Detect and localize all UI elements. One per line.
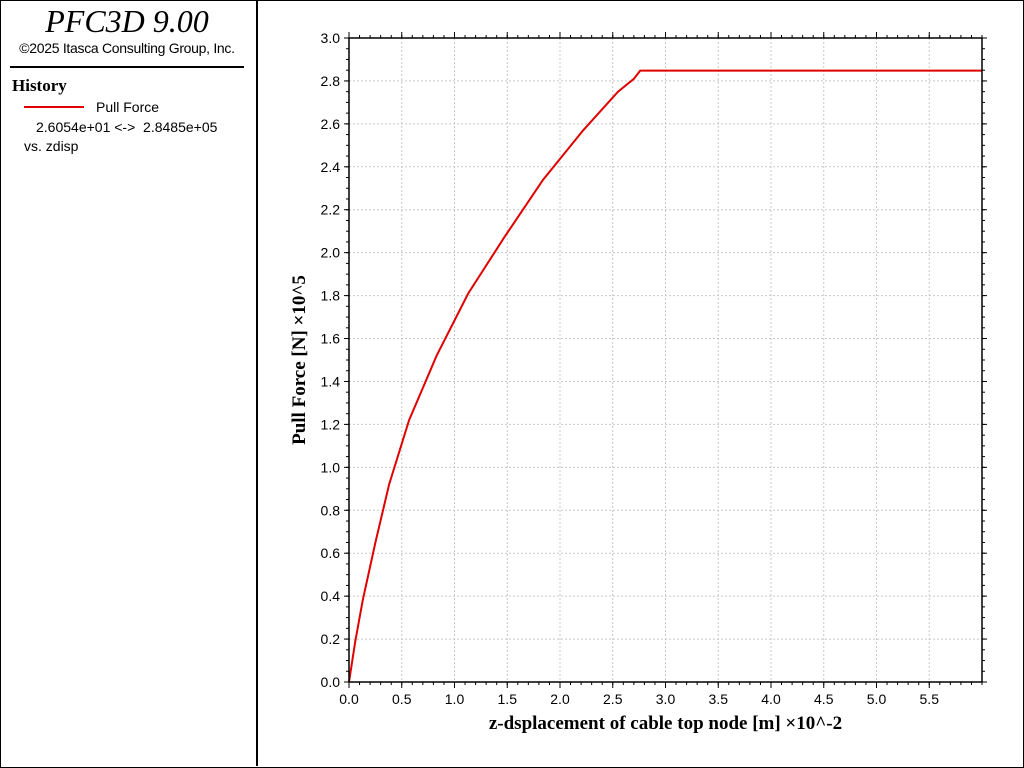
x-tick-label: 3.5	[709, 691, 729, 707]
x-tick-label: 5.0	[867, 691, 887, 707]
y-tick-label: 0.0	[321, 674, 341, 690]
x-tick-label: 0.5	[392, 691, 412, 707]
x-tick-label: 4.0	[761, 691, 781, 707]
y-tick-label: 1.6	[321, 331, 341, 347]
y-tick-label: 2.4	[321, 159, 341, 175]
y-tick-label: 2.0	[321, 245, 341, 261]
y-tick-label: 3.0	[321, 30, 341, 46]
y-tick-label: 1.8	[321, 288, 341, 304]
x-tick-label: 1.0	[445, 691, 465, 707]
y-tick-label: 1.4	[321, 373, 341, 389]
x-tick-label: 0.0	[339, 691, 359, 707]
y-tick-label: 0.4	[321, 588, 341, 604]
y-tick-label: 2.8	[321, 73, 341, 89]
y-tick-label: 1.0	[321, 459, 341, 475]
y-tick-label: 2.6	[321, 116, 341, 132]
y-tick-label: 2.2	[321, 202, 341, 218]
y-tick-label: 0.2	[321, 631, 341, 647]
x-axis-title: z-dsplacement of cable top node [m] ×10^…	[489, 713, 842, 734]
y-axis-title: Pull Force [N] ×10^5	[289, 275, 310, 445]
y-tick-label: 0.6	[321, 545, 341, 561]
x-axis-ticks: 0.0 0.5 1.0 1.5 2.0 2.5 3.0 3.5 4.0 4.5 5.0 5.5	[339, 32, 939, 707]
x-tick-label: 3.0	[656, 691, 676, 707]
y-tick-label: 1.2	[321, 416, 341, 432]
x-tick-label: 5.5	[920, 691, 940, 707]
x-tick-label: 4.5	[814, 691, 834, 707]
x-tick-label: 2.0	[550, 691, 570, 707]
y-tick-label: 0.8	[321, 502, 341, 518]
y-axis-ticks: 0.0 0.2 0.4 0.6 0.8 1.0 1.2 1.4 1.6 1.8 2.0 2.2 2.4 2…	[321, 30, 987, 690]
x-tick-label: 1.5	[498, 691, 518, 707]
history-plot: 0.0 0.5 1.0 1.5 2.0 2.5 3.0 3.5 4.0 4.5 5.0 5.5 0.0…	[289, 30, 987, 734]
x-tick-label: 2.5	[603, 691, 623, 707]
plot-grid	[349, 38, 982, 682]
